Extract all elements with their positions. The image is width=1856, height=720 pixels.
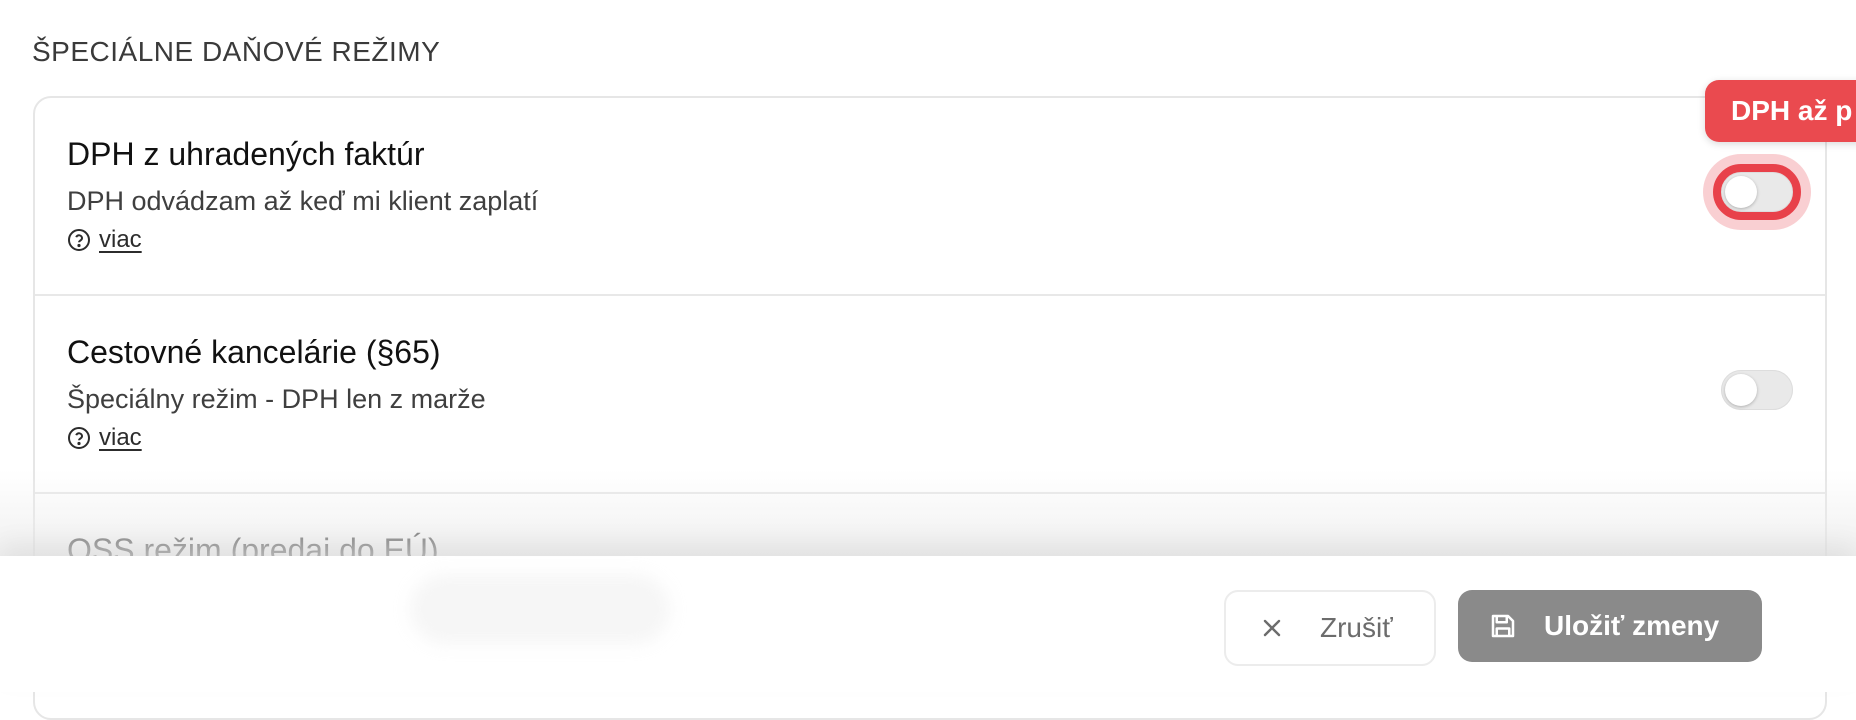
toggle-knob (1725, 176, 1757, 208)
help-circle-icon (67, 228, 91, 252)
travel-agencies-toggle[interactable] (1721, 370, 1793, 410)
more-link[interactable]: viac (99, 424, 142, 452)
setting-title: DPH z uhradených faktúr (67, 136, 425, 172)
save-label: Uložiť zmeny (1544, 610, 1720, 641)
save-button[interactable]: Uložiť zmeny (1458, 590, 1762, 662)
setting-row-travel-agencies: Cestovné kancelárie (§65) Špeciálny reži… (35, 296, 1825, 494)
close-icon (1260, 616, 1284, 640)
setting-description: DPH odvádzam až keď mi klient zaplatí (67, 186, 539, 216)
more-info: viac (67, 226, 142, 254)
footer-bar: Zrušiť Uložiť zmeny (0, 556, 1856, 692)
blurred-ghost (410, 574, 670, 644)
save-icon (1488, 611, 1518, 641)
cancel-button[interactable]: Zrušiť (1224, 590, 1436, 666)
cash-accounting-toggle[interactable] (1713, 164, 1801, 220)
help-circle-icon (67, 426, 91, 450)
more-link[interactable]: viac (99, 226, 142, 254)
tooltip: DPH až p (1705, 80, 1856, 142)
cancel-label: Zrušiť (1320, 612, 1393, 643)
setting-row-cash-accounting: DPH z uhradených faktúr DPH odvádzam až … (35, 98, 1825, 296)
setting-description: Špeciálny režim - DPH len z marže (67, 384, 486, 414)
setting-title: Cestovné kancelárie (§65) (67, 334, 441, 370)
toggle-knob (1725, 374, 1757, 406)
more-info: viac (67, 424, 142, 452)
section-title: ŠPECIÁLNE DAŇOVÉ REŽIMY (32, 36, 441, 67)
